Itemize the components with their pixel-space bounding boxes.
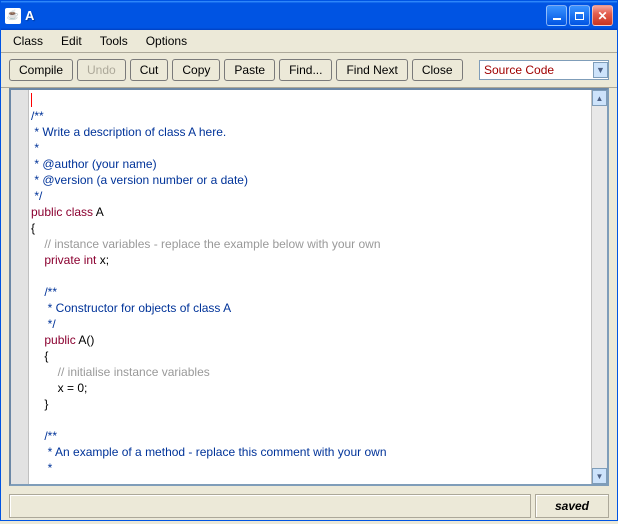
menu-options[interactable]: Options [138,32,195,50]
undo-button[interactable]: Undo [77,59,126,81]
gutter [11,90,29,484]
close-window-button[interactable]: ✕ [592,5,613,26]
scroll-down-icon[interactable]: ▼ [592,468,607,484]
vertical-scrollbar[interactable]: ▲ ▼ [591,90,607,484]
menu-class[interactable]: Class [5,32,51,50]
copy-button[interactable]: Copy [172,59,220,81]
cut-button[interactable]: Cut [130,59,169,81]
compile-button[interactable]: Compile [9,59,73,81]
titlebar: ☕ A ✕ [1,1,617,30]
app-icon: ☕ [5,8,21,24]
scroll-track[interactable] [592,106,607,468]
status-message [9,494,531,518]
paste-button[interactable]: Paste [224,59,275,81]
menu-edit[interactable]: Edit [53,32,90,50]
toolbar: Compile Undo Cut Copy Paste Find... Find… [1,53,617,88]
view-select-value: Source Code [484,63,591,77]
view-select[interactable]: Source Code ▼ [479,60,609,80]
editor-area: /** * Write a description of class A her… [1,88,617,490]
statusbar: saved [1,490,617,524]
status-state: saved [535,494,609,518]
menubar: Class Edit Tools Options [1,30,617,53]
chevron-down-icon: ▼ [593,62,608,78]
close-button[interactable]: Close [412,59,463,81]
minimize-button[interactable] [546,5,567,26]
source-editor[interactable]: /** * Write a description of class A her… [29,90,591,484]
find-next-button[interactable]: Find Next [336,59,407,81]
window-controls: ✕ [546,5,613,26]
maximize-button[interactable] [569,5,590,26]
scroll-up-icon[interactable]: ▲ [592,90,607,106]
find-button[interactable]: Find... [279,59,332,81]
editor-frame: /** * Write a description of class A her… [9,88,609,486]
menu-tools[interactable]: Tools [92,32,136,50]
window-title: A [25,8,546,23]
